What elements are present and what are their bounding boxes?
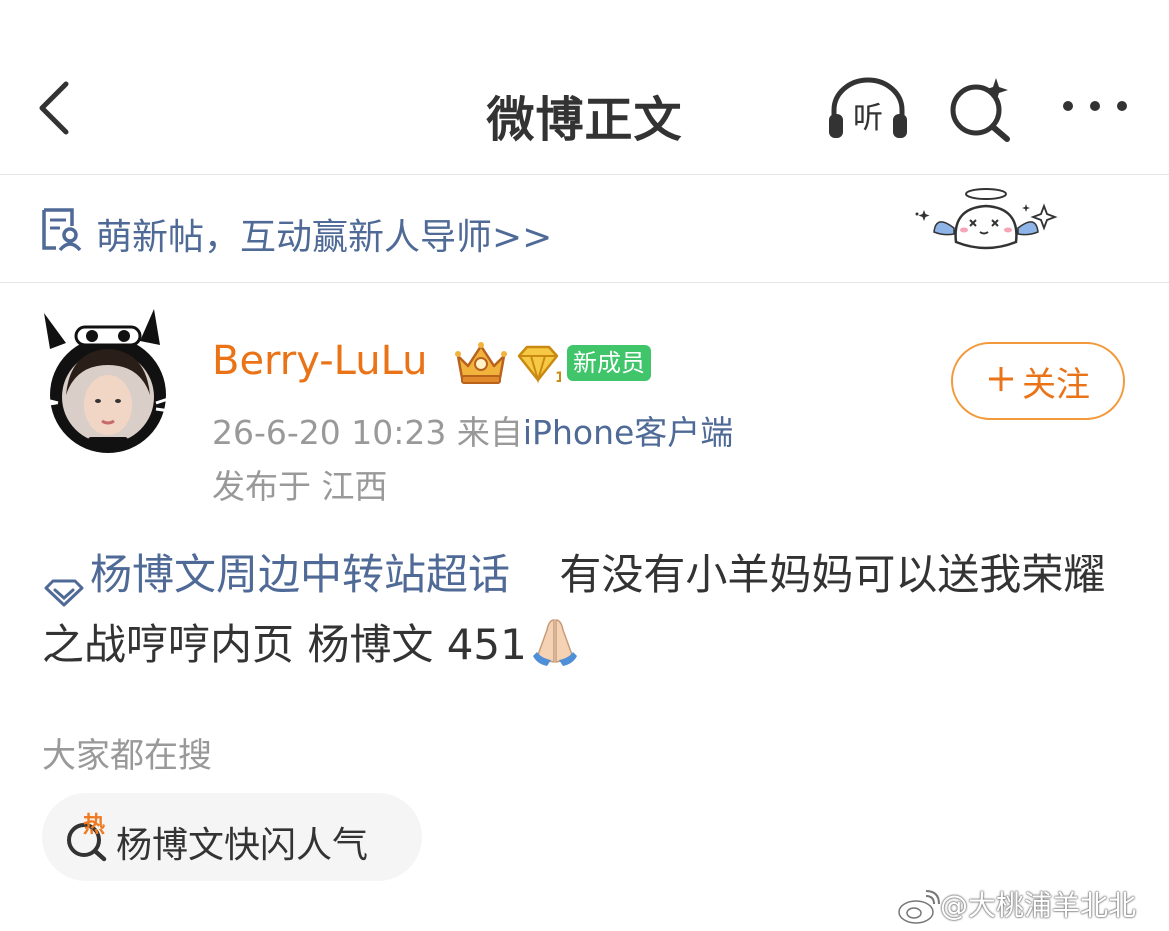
post-client[interactable]: iPhone客户端	[523, 413, 733, 452]
angel-mascot-icon	[914, 184, 1058, 262]
search-sparkle-icon[interactable]	[946, 76, 1016, 142]
follow-button[interactable]: 关注	[951, 342, 1125, 420]
avatar[interactable]	[36, 303, 176, 453]
post-meta: 26-6-20 10:23 来自iPhone客户端	[212, 406, 733, 454]
super-topic-text[interactable]: 杨博文周边中转站超话	[90, 550, 510, 599]
weibo-logo-icon	[896, 890, 940, 924]
post-source-prefix: 来自	[456, 413, 523, 452]
banner-text[interactable]: 萌新帖，互动赢新人导师>>	[96, 208, 552, 260]
folded-hands-emoji-icon	[527, 616, 583, 668]
post-location: 发布于 江西	[212, 467, 388, 506]
post-content: 杨博文周边中转站超话 有没有小羊妈妈可以送我荣耀之战哼哼内页 杨博文 451	[42, 540, 1142, 680]
new-member-badge: 新成员	[567, 345, 651, 381]
more-options-icon[interactable]	[1058, 94, 1132, 118]
weibo-watermark: @大桃浦羊北北	[896, 884, 1136, 924]
post-time: 26-6-20 10:23	[212, 413, 447, 452]
document-person-icon	[40, 206, 84, 252]
diamond-topic-icon	[42, 559, 86, 606]
banner-divider	[0, 282, 1169, 283]
crown-icon	[452, 340, 510, 386]
diamond-badge-icon: 1	[515, 344, 565, 386]
hot-icon-label: 热	[83, 812, 105, 838]
listen-label: 听	[853, 101, 883, 136]
header-divider	[0, 174, 1169, 175]
watermark-text: @大桃浦羊北北	[940, 889, 1137, 922]
plus-icon	[986, 361, 1016, 401]
listen-headphones-icon[interactable]: 听	[826, 76, 910, 140]
follow-label: 关注	[1022, 364, 1090, 405]
super-topic-link[interactable]: 杨博文周边中转站超话	[42, 550, 523, 606]
hot-search-term[interactable]: 杨博文快闪人气	[116, 816, 368, 868]
hot-search-icon: 热	[64, 812, 110, 862]
username[interactable]: Berry-LuLu	[212, 338, 428, 384]
trending-search-heading: 大家都在搜	[42, 736, 212, 776]
svg-text:1: 1	[555, 370, 561, 384]
